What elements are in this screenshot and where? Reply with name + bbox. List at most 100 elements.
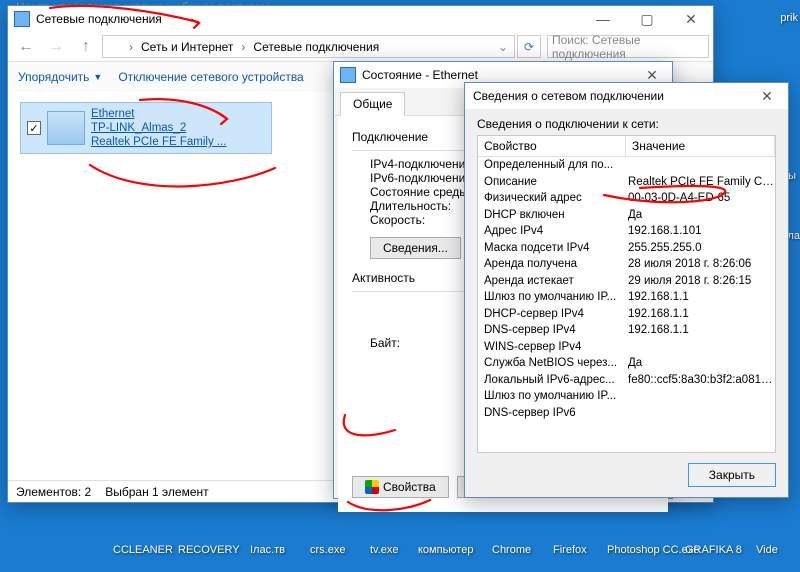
window-title: Сетевые подключения xyxy=(36,12,581,26)
selected-count: Выбран 1 элемент xyxy=(105,485,208,499)
detail-property: Адрес IPv4 xyxy=(478,223,626,240)
connection-ssid[interactable]: TP-LINK_Almas_2 xyxy=(91,121,226,135)
detail-row[interactable]: Маска подсети IPv4255.255.255.0 xyxy=(478,240,775,257)
list-header: Свойство Значение xyxy=(478,136,775,157)
disable-device-button[interactable]: Отключение сетевого устройства xyxy=(118,70,303,84)
connection-labels: Ethernet TP-LINK_Almas_2 Realtek PCIe FE… xyxy=(91,107,226,149)
maximize-button[interactable]: ▢ xyxy=(625,6,669,32)
properties-button[interactable]: Свойства xyxy=(352,476,449,498)
detail-value: 192.168.1.1 xyxy=(626,289,775,306)
detail-row[interactable]: ОписаниеRealtek PCIe FE Family Controlle… xyxy=(478,174,775,191)
desktop-label: Vide xyxy=(756,544,778,556)
detail-row[interactable]: Определенный для по... xyxy=(478,157,775,174)
close-details-button[interactable]: Закрыть xyxy=(688,463,776,487)
detail-value xyxy=(626,339,775,356)
detail-value xyxy=(626,157,775,174)
desktop-label: crs.exe xyxy=(310,544,345,556)
window-title: Сведения о сетевом подключении xyxy=(473,89,746,103)
connection-name[interactable]: Ethernet xyxy=(91,107,226,121)
close-button[interactable]: ✕ xyxy=(669,6,713,32)
col-value[interactable]: Значение xyxy=(626,136,775,156)
detail-row[interactable]: Аренда истекает29 июля 2018 г. 8:26:15 xyxy=(478,273,775,290)
detail-property: Аренда получена xyxy=(478,256,626,273)
window-icon xyxy=(14,11,30,27)
detail-property: Аренда истекает xyxy=(478,273,626,290)
detail-value: 00-03-0D-A4-ED-65 xyxy=(626,190,775,207)
shield-icon xyxy=(365,480,379,494)
detail-row[interactable]: Шлюз по умолчанию IP...192.168.1.1 xyxy=(478,289,775,306)
dropdown-icon[interactable]: ⌄ xyxy=(498,40,514,54)
desktop-label: RECOVERY xyxy=(178,544,240,556)
detail-property: Описание xyxy=(478,174,626,191)
desktop-label: компьютер xyxy=(418,544,473,556)
forward-button[interactable]: → xyxy=(42,35,70,59)
detail-value: 192.168.1.1 xyxy=(626,322,775,339)
breadcrumb-segment[interactable]: Сеть и Интернет xyxy=(141,40,233,54)
close-button[interactable]: ✕ xyxy=(746,83,788,109)
detail-property: DHCP включен xyxy=(478,207,626,224)
details-list[interactable]: Свойство Значение Определенный для по...… xyxy=(477,135,776,453)
desktop-label: tv.exe xyxy=(370,544,399,556)
detail-row[interactable]: Локальный IPv6-адрес...fe80::ccf5:8a30:b… xyxy=(478,372,775,389)
window-icon xyxy=(340,67,356,83)
search-input[interactable]: Поиск: Сетевые подключения xyxy=(547,35,709,58)
detail-property: Физический адрес xyxy=(478,190,626,207)
detail-property: DNS-сервер IPv6 xyxy=(478,405,626,422)
item-count: Элементов: 2 xyxy=(16,485,91,499)
network-icon xyxy=(107,40,121,54)
desktop-label: Firefox xyxy=(553,544,587,556)
desktop-label: GRAFIKA 8 xyxy=(685,544,742,556)
connection-details-window: Сведения о сетевом подключении ✕ Сведени… xyxy=(464,82,789,498)
organize-menu[interactable]: Упорядочить ▼ xyxy=(18,70,102,84)
connection-item-ethernet[interactable]: ✓ Ethernet TP-LINK_Almas_2 Realtek PCIe … xyxy=(20,102,272,154)
breadcrumb-segment[interactable]: Сетевые подключения xyxy=(253,40,379,54)
detail-row[interactable]: Адрес IPv4192.168.1.101 xyxy=(478,223,775,240)
desktop-label: Chrome xyxy=(492,544,531,556)
detail-value: 192.168.1.1 xyxy=(626,306,775,323)
detail-row[interactable]: WINS-сервер IPv4 xyxy=(478,339,775,356)
detail-row[interactable]: Физический адрес00-03-0D-A4-ED-65 xyxy=(478,190,775,207)
search-placeholder: Поиск: Сетевые подключения xyxy=(552,33,708,61)
detail-value: 29 июля 2018 г. 8:26:15 xyxy=(626,273,775,290)
detail-row[interactable]: Аренда получена28 июля 2018 г. 8:26:06 xyxy=(478,256,775,273)
detail-row[interactable]: DHCP включенДа xyxy=(478,207,775,224)
detail-value: Да xyxy=(626,207,775,224)
details-button[interactable]: Сведения... xyxy=(370,237,461,259)
col-property[interactable]: Свойство xyxy=(478,136,626,156)
detail-row[interactable]: DNS-сервер IPv6 xyxy=(478,405,775,422)
detail-property: Маска подсети IPv4 xyxy=(478,240,626,257)
connection-adapter[interactable]: Realtek PCIe FE Family ... xyxy=(91,135,226,149)
address-bar[interactable]: Сеть и Интернет Сетевые подключения ⌄ xyxy=(102,35,515,58)
detail-value: Да xyxy=(626,355,775,372)
detail-row[interactable]: Служба NetBIOS через...Да xyxy=(478,355,775,372)
detail-property: DNS-сервер IPv4 xyxy=(478,322,626,339)
titlebar[interactable]: Сетевые подключения ― ▢ ✕ xyxy=(8,6,713,32)
up-button[interactable]: ↑ xyxy=(72,35,100,59)
checkbox[interactable]: ✓ xyxy=(27,121,41,135)
refresh-button[interactable]: ⟳ xyxy=(517,35,541,58)
details-body: Сведения о подключении к сети: Свойство … xyxy=(465,109,788,497)
detail-value: 192.168.1.101 xyxy=(626,223,775,240)
nav-bar: ← → ↑ Сеть и Интернет Сетевые подключени… xyxy=(8,32,713,62)
tab-general[interactable]: Общие xyxy=(340,92,405,116)
detail-value: fe80::ccf5:8a30:b3f2:a081%13 xyxy=(626,372,775,389)
details-subtitle: Сведения о подключении к сети: xyxy=(477,117,776,131)
detail-value xyxy=(626,388,775,405)
detail-property: DHCP-сервер IPv4 xyxy=(478,306,626,323)
detail-value: 28 июля 2018 г. 8:26:06 xyxy=(626,256,775,273)
detail-property: Шлюз по умолчанию IP... xyxy=(478,289,626,306)
detail-value xyxy=(626,405,775,422)
detail-row[interactable]: DHCP-сервер IPv4192.168.1.1 xyxy=(478,306,775,323)
desktop-label: prik xyxy=(780,12,798,24)
detail-property: Определенный для по... xyxy=(478,157,626,174)
titlebar[interactable]: Сведения о сетевом подключении ✕ xyxy=(465,83,788,109)
minimize-button[interactable]: ― xyxy=(581,6,625,32)
detail-row[interactable]: DNS-сервер IPv4192.168.1.1 xyxy=(478,322,775,339)
desktop-label: Ілас.тв xyxy=(250,544,285,556)
detail-value: 255.255.255.0 xyxy=(626,240,775,257)
detail-property: Шлюз по умолчанию IP... xyxy=(478,388,626,405)
window-title: Состояние - Ethernet xyxy=(362,68,632,82)
back-button[interactable]: ← xyxy=(12,35,40,59)
detail-row[interactable]: Шлюз по умолчанию IP... xyxy=(478,388,775,405)
detail-property: Локальный IPv6-адрес... xyxy=(478,372,626,389)
